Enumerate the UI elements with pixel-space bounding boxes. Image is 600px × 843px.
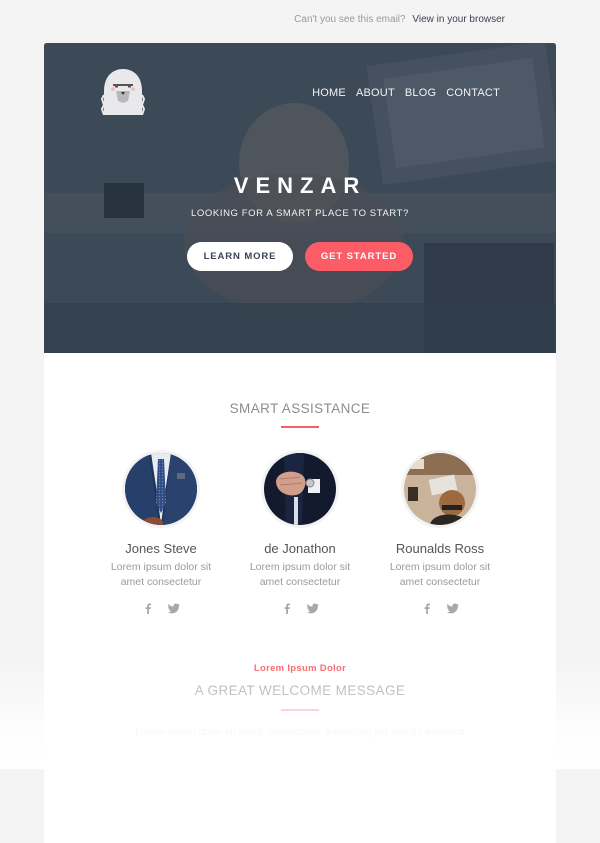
brand-title: VENZAR: [233, 173, 367, 198]
hero-banner: HOME ABOUT BLOG CONTACT VENZAR LOOKING F…: [44, 43, 556, 353]
twitter-icon[interactable]: [447, 601, 459, 614]
member-desc-line: amet consectetur: [399, 576, 481, 588]
member-social-links: [230, 601, 370, 614]
member-name: Rounalds Ross: [395, 541, 485, 556]
hero-buttons: LEARN MORE GET STARTED: [44, 242, 556, 271]
welcome-divider: [281, 709, 319, 711]
member-description: Lorem ipsum dolor sit amet consectetur: [370, 560, 510, 590]
member-desc-line: Lorem ipsum dolor sit: [110, 561, 212, 573]
sheepdog-logo-icon[interactable]: [100, 69, 146, 115]
member-desc-line: amet consectetur: [259, 576, 341, 588]
learn-more-button[interactable]: LEARN MORE: [187, 242, 293, 271]
team-member: Jones Steve Lorem ipsum dolor sit amet c…: [91, 450, 231, 614]
member-social-links: [91, 601, 231, 614]
main-nav: HOME ABOUT BLOG CONTACT: [312, 87, 500, 99]
preheader-text: Can't you see this email?: [294, 14, 406, 25]
email-card: HOME ABOUT BLOG CONTACT VENZAR LOOKING F…: [44, 43, 556, 843]
nav-about[interactable]: ABOUT: [356, 87, 395, 99]
member-name: de Jonathon: [264, 541, 336, 556]
nav-home[interactable]: HOME: [312, 87, 346, 99]
view-in-browser-link[interactable]: View in your browser: [412, 14, 505, 25]
hero-tagline: LOOKING FOR A SMART PLACE TO START?: [191, 208, 409, 219]
member-description: Lorem ipsum dolor sit amet consectetur: [230, 560, 370, 590]
preheader: Can't you see this email? View in your b…: [294, 14, 505, 25]
facebook-icon[interactable]: [421, 601, 433, 614]
team-section-divider: [281, 426, 319, 428]
team-member: Rounalds Ross Lorem ipsum dolor sit amet…: [370, 450, 510, 614]
member-name: Jones Steve: [125, 541, 197, 556]
man-in-blue-suit-photo-icon: [125, 453, 197, 525]
team-member: de Jonathon Lorem ipsum dolor sit amet c…: [230, 450, 370, 614]
welcome-title: A GREAT WELCOME MESSAGE: [194, 683, 406, 698]
member-desc-line: Lorem ipsum dolor sit: [249, 561, 351, 573]
hands-cufflink-photo-icon: [264, 453, 336, 525]
nav-blog[interactable]: BLOG: [405, 87, 436, 99]
twitter-icon[interactable]: [168, 601, 180, 614]
get-started-button[interactable]: GET STARTED: [305, 242, 413, 271]
member-avatar: [401, 450, 479, 528]
facebook-icon[interactable]: [142, 601, 154, 614]
member-social-links: [370, 601, 510, 614]
person-at-desk-photo-icon: [404, 453, 476, 525]
twitter-icon[interactable]: [307, 601, 319, 614]
facebook-icon[interactable]: [281, 601, 293, 614]
welcome-kicker: Lorem Ipsum Dolor: [253, 663, 347, 674]
member-description: Lorem ipsum dolor sit amet consectetur: [91, 560, 231, 590]
team-section-title: SMART ASSISTANCE: [229, 401, 371, 416]
member-desc-line: Lorem ipsum dolor sit: [389, 561, 491, 573]
member-desc-line: amet consectetur: [120, 576, 202, 588]
member-avatar: [122, 450, 200, 528]
member-avatar: [261, 450, 339, 528]
nav-contact[interactable]: CONTACT: [446, 87, 500, 99]
welcome-body: Lorem ipsum dolor sit amet, consectetur …: [135, 726, 465, 738]
